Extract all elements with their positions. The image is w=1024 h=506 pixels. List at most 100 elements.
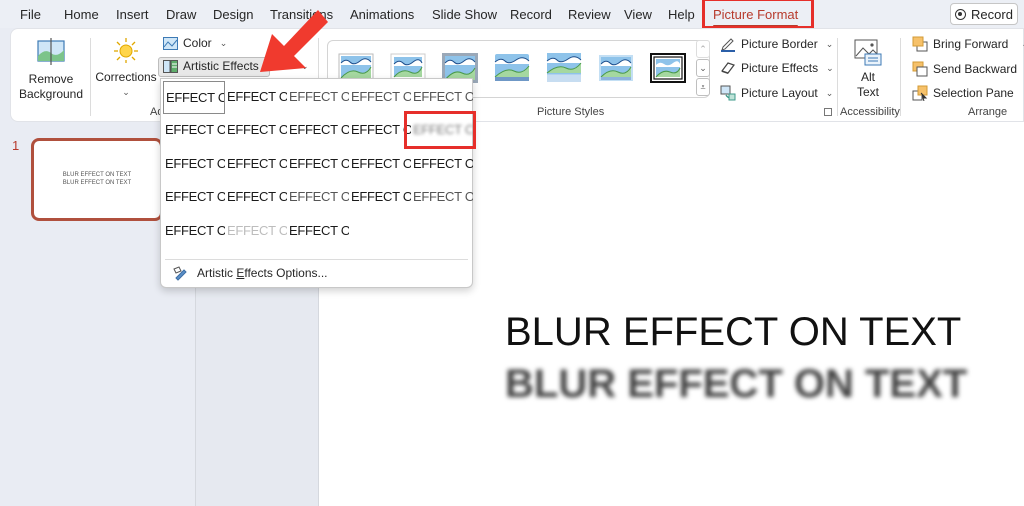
annotation-arrow-icon xyxy=(260,10,328,72)
bring-forward-icon xyxy=(912,36,928,52)
picture-format-highlight-box xyxy=(702,0,814,29)
record-button-label: Record xyxy=(971,6,1013,22)
effect-crisscross-etching[interactable]: EFFECT OI xyxy=(287,182,349,212)
remove-background-label-2: Background xyxy=(18,87,84,101)
selection-pane-icon xyxy=(912,85,928,101)
effect-glass[interactable]: EFFECT OI xyxy=(411,149,473,179)
artistic-effects-options-item[interactable]: Artistic Effects Options... xyxy=(171,265,328,281)
artistic-effects-dropdown: EFFECT OI EFFECT OI EFFECT OI EFFECT OI … xyxy=(160,78,473,288)
dropdown-divider xyxy=(165,259,468,260)
slide-number: 1 xyxy=(12,138,20,153)
effect-chalk-sketch[interactable]: EFFECT OI xyxy=(163,115,225,145)
picture-effects-icon xyxy=(721,62,735,74)
picture-border-button[interactable]: Picture Border ⌄ xyxy=(720,36,833,52)
corrections-label: Corrections xyxy=(95,70,157,84)
picture-layout-icon xyxy=(720,85,736,101)
color-button[interactable]: Color ⌄ xyxy=(163,36,227,50)
effect-film-grain[interactable]: EFFECT OI xyxy=(287,149,349,179)
effect-marker[interactable]: EFFECT OI xyxy=(225,82,287,112)
color-icon xyxy=(163,36,178,50)
tab-slide-show[interactable]: Slide Show xyxy=(432,7,497,22)
tab-draw[interactable]: Draw xyxy=(166,7,196,22)
effect-plastic-wrap[interactable]: EFFECT OI xyxy=(411,182,473,212)
corrections-sun-icon xyxy=(114,38,138,63)
color-chevron-icon: ⌄ xyxy=(219,37,228,48)
thumbnail-text-line-2: BLUR EFFECT ON TEXT xyxy=(62,180,132,186)
tab-insert[interactable]: Insert xyxy=(116,7,149,22)
picture-layout-label: Picture Layout xyxy=(741,86,818,100)
gallery-scroll-up-button[interactable]: ⌃ xyxy=(696,40,710,58)
effect-pencil-sketch[interactable]: EFFECT OI xyxy=(349,82,411,112)
picture-layout-button[interactable]: Picture Layout ⌄ xyxy=(720,85,833,101)
picture-effects-chevron-icon: ⌄ xyxy=(826,62,834,73)
tab-file[interactable]: File xyxy=(20,7,41,22)
bring-forward-label: Bring Forward xyxy=(933,37,1009,51)
tab-animations[interactable]: Animations xyxy=(350,7,414,22)
effect-line-drawing[interactable]: EFFECT OI xyxy=(411,82,473,112)
effect-photocopy[interactable]: EFFECT OI xyxy=(225,216,287,246)
accessibility-group-label: Accessibility xyxy=(840,106,900,118)
send-backward-label: Send Backward xyxy=(933,62,1018,76)
picture-style-thumbnail-icon xyxy=(546,53,582,82)
picture-border-pen-icon xyxy=(721,38,735,52)
record-icon xyxy=(955,8,967,20)
bring-forward-button[interactable]: Bring Forward ⌄ xyxy=(912,36,1024,52)
thumbnail-text-line-1: BLUR EFFECT ON TEXT xyxy=(62,172,132,178)
ribbon-separator xyxy=(90,38,91,116)
picture-border-chevron-icon: ⌄ xyxy=(825,38,834,49)
slide-text-sharp[interactable]: BLUR EFFECT ON TEXT xyxy=(505,310,961,355)
tab-home[interactable]: Home xyxy=(64,7,99,22)
picture-style-7[interactable] xyxy=(650,53,686,83)
effect-mosaic-bubbles[interactable]: EFFECT OI xyxy=(349,149,411,179)
picture-effects-button[interactable]: Picture Effects ⌄ xyxy=(720,61,834,75)
picture-styles-dialog-launcher-icon[interactable] xyxy=(824,108,832,116)
blur-effect-highlight-box xyxy=(404,111,476,149)
effect-glow-edges[interactable]: EFFECT OI xyxy=(287,216,349,246)
tab-record[interactable]: Record xyxy=(510,7,552,22)
picture-layout-chevron-icon: ⌄ xyxy=(825,87,834,98)
remove-background-label-1: Remove xyxy=(28,72,74,86)
effect-light-screen[interactable]: EFFECT OI xyxy=(163,149,225,179)
picture-effects-label: Picture Effects xyxy=(741,61,819,75)
effect-none[interactable]: EFFECT OI xyxy=(163,81,225,114)
effect-paint-strokes[interactable]: EFFECT OI xyxy=(225,115,287,145)
effect-pastels-smooth[interactable]: EFFECT OI xyxy=(349,182,411,212)
selection-pane-label: Selection Pane xyxy=(933,86,1014,100)
corrections-button[interactable]: Corrections ⌄ xyxy=(95,36,157,100)
effect-pencil-grayscale[interactable]: EFFECT OI xyxy=(287,82,349,112)
picture-style-thumbnail-icon xyxy=(599,55,633,81)
artistic-effects-options-label: Artistic Effects Options... xyxy=(197,266,328,280)
tab-help[interactable]: Help xyxy=(668,7,695,22)
alt-text-label-1: Alt xyxy=(860,70,875,84)
gallery-scroll-down-button[interactable]: ⌄ xyxy=(696,59,710,77)
artistic-effects-options-icon xyxy=(173,266,187,281)
corrections-chevron-icon: ⌄ xyxy=(122,87,130,97)
picture-style-thumbnail-icon xyxy=(650,53,686,83)
effect-paint-brush[interactable]: EFFECT OI xyxy=(287,115,349,145)
send-backward-icon xyxy=(912,61,928,77)
picture-styles-group-label: Picture Styles xyxy=(537,106,605,118)
picture-style-6[interactable] xyxy=(598,53,634,83)
effect-cement[interactable]: EFFECT OI xyxy=(163,182,225,212)
picture-border-label: Picture Border xyxy=(741,37,818,51)
effect-watercolor-sponge[interactable]: EFFECT OI xyxy=(225,149,287,179)
selection-pane-button[interactable]: Selection Pane xyxy=(912,85,1014,101)
picture-style-5[interactable] xyxy=(546,53,582,83)
picture-style-4[interactable] xyxy=(494,53,530,83)
picture-style-thumbnail-icon xyxy=(494,54,530,81)
gallery-more-button[interactable]: ⩡ xyxy=(696,78,710,96)
record-button[interactable]: Record xyxy=(950,3,1018,25)
alt-text-button[interactable]: Alt Text xyxy=(846,38,890,100)
remove-background-button[interactable]: Remove Background xyxy=(18,36,84,102)
effect-texturizer[interactable]: EFFECT OI xyxy=(225,182,287,212)
effect-glow-diffused[interactable]: EFFECT OI xyxy=(349,115,411,145)
alt-text-label-2: Text xyxy=(856,85,879,99)
effect-cutout[interactable]: EFFECT OI xyxy=(163,216,225,246)
alt-text-icon xyxy=(854,39,882,66)
send-backward-button[interactable]: Send Backward ⌄ xyxy=(912,61,1024,77)
slide-thumbnail-1[interactable]: BLUR EFFECT ON TEXT BLUR EFFECT ON TEXT xyxy=(31,138,163,221)
slide-text-blurred[interactable]: BLUR EFFECT ON TEXT xyxy=(505,362,967,407)
tab-view[interactable]: View xyxy=(624,7,652,22)
color-label: Color xyxy=(183,36,212,50)
tab-review[interactable]: Review xyxy=(568,7,611,22)
